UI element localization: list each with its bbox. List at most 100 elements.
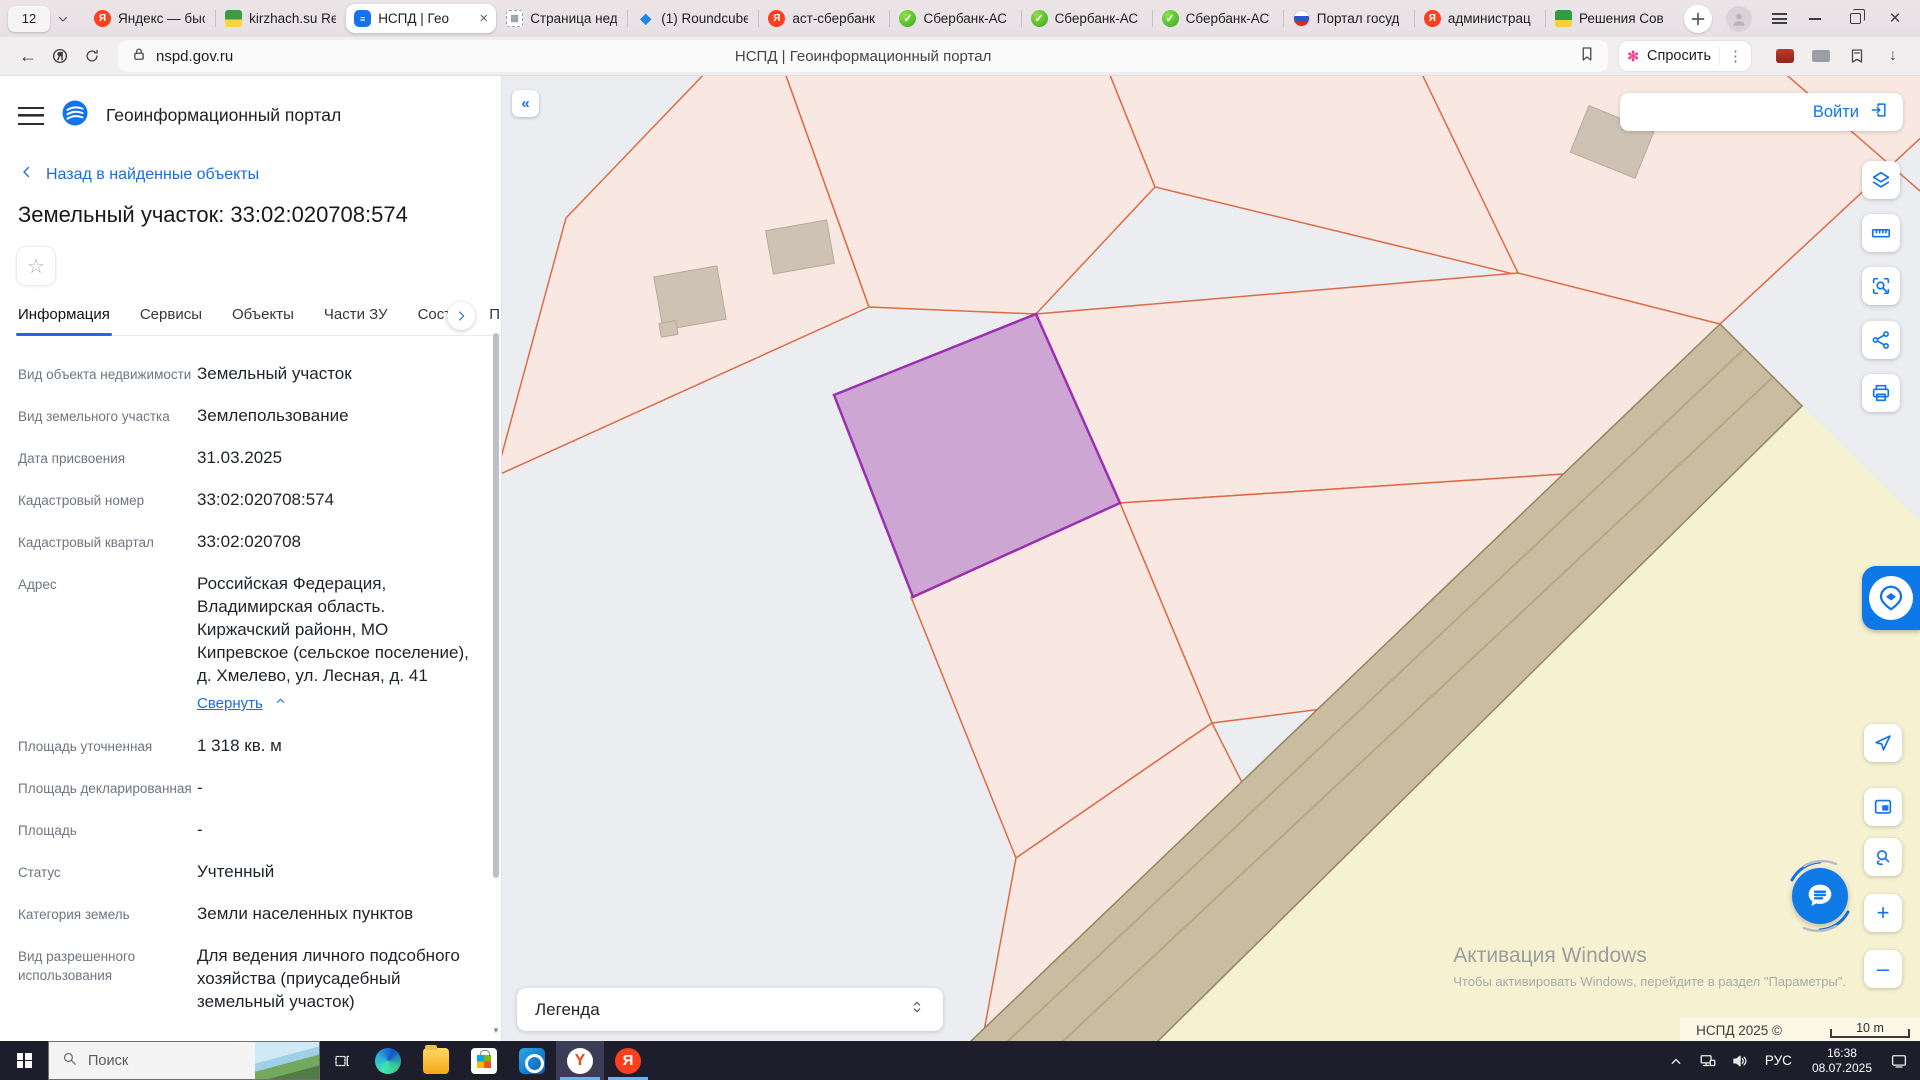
- parcel-fields: Вид объекта недвижимостиЗемельный участо…: [0, 336, 501, 1013]
- chevron-down-icon[interactable]: [52, 8, 74, 30]
- favorite-button[interactable]: ☆: [16, 246, 56, 286]
- reload-button[interactable]: [76, 40, 108, 72]
- ask-ai-button[interactable]: ✻ Спросить ⋮: [1618, 40, 1752, 72]
- field-value: Российская Федерация, Владимирская облас…: [197, 572, 501, 715]
- field-value: Учтенный: [197, 860, 501, 883]
- collections-icon[interactable]: [1842, 41, 1872, 71]
- back-to-results-link[interactable]: Назад в найденные объекты: [18, 163, 501, 186]
- panel-tab-объекты[interactable]: Объекты: [232, 306, 294, 323]
- url-field[interactable]: nspd.gov.ru НСПД | Геоинформационный пор…: [118, 40, 1608, 72]
- taskbar-app-outlook[interactable]: [508, 1041, 556, 1080]
- taskbar-clock[interactable]: 16:38 08.07.2025: [1802, 1046, 1882, 1076]
- browser-tab[interactable]: ✓Сбербанк-АС: [889, 0, 1020, 37]
- taskbar-app-ybrowser[interactable]: Y: [556, 1041, 604, 1080]
- extension-gray-icon[interactable]: [1806, 41, 1836, 71]
- browser-tab-active[interactable]: ≡НСПД | Гео×: [346, 4, 496, 33]
- url-text[interactable]: nspd.gov.ru: [156, 48, 233, 65]
- panel-tab-п[interactable]: П: [489, 306, 500, 323]
- locate-button[interactable]: [1864, 724, 1902, 762]
- login-button[interactable]: Войти: [1620, 93, 1903, 131]
- more-options-icon[interactable]: ⋮: [1719, 47, 1743, 65]
- browser-tab[interactable]: ✓Сбербанк-АС: [1152, 0, 1283, 37]
- browser-tab[interactable]: Портал госуд: [1283, 0, 1414, 37]
- tab-label: Сбербанк-АС: [1055, 11, 1139, 26]
- overview-button[interactable]: [1864, 788, 1902, 826]
- start-button[interactable]: [0, 1041, 48, 1080]
- task-view-button[interactable]: [320, 1041, 364, 1080]
- cadastral-map[interactable]: [502, 76, 1920, 1041]
- panel-tab-информация[interactable]: Информация: [18, 306, 110, 323]
- back-button[interactable]: ←: [12, 40, 44, 72]
- store-icon: [471, 1048, 497, 1074]
- field-value: Земельный участок: [197, 362, 501, 385]
- volume-icon[interactable]: [1725, 1041, 1755, 1080]
- search-placeholder: Поиск: [88, 1053, 245, 1069]
- browser-tab[interactable]: ✓Сбербанк-АС: [1021, 0, 1152, 37]
- panel-menu-icon[interactable]: [18, 107, 44, 125]
- scale-bar: 10 m: [1830, 1021, 1910, 1038]
- taskbar-search-box[interactable]: Поиск: [48, 1041, 320, 1080]
- collapse-address-link[interactable]: Свернуть: [197, 692, 288, 715]
- taskbar-app-edge[interactable]: [364, 1041, 412, 1080]
- bookmark-icon[interactable]: [1578, 45, 1596, 68]
- browser-tab[interactable]: kirzhach.su Re: [215, 0, 346, 37]
- browser-tab[interactable]: ◆(1) Roundcube: [627, 0, 758, 37]
- scrollbar-thumb[interactable]: [493, 333, 499, 878]
- panel-tab-части-зу[interactable]: Части ЗУ: [324, 306, 388, 323]
- legend-bar[interactable]: Легенда: [517, 988, 943, 1031]
- hidden-icons-button[interactable]: [1661, 1041, 1691, 1080]
- scrollbar-down-icon[interactable]: ▼: [492, 1026, 500, 1035]
- downloads-icon[interactable]: ↓: [1878, 41, 1908, 71]
- close-icon: ×: [1889, 9, 1900, 28]
- browser-tab[interactable]: ЯЯндекс — быс: [84, 0, 215, 37]
- tabs-next-button[interactable]: [447, 302, 475, 330]
- field-row: Категория земельЗемли населенных пунктов: [0, 902, 501, 925]
- minimize-button[interactable]: [1798, 4, 1832, 34]
- tab-counter[interactable]: 12: [8, 6, 74, 32]
- yandex-search-button[interactable]: [44, 40, 76, 72]
- tab-close-icon[interactable]: ×: [479, 10, 488, 27]
- minimize-icon: [1809, 18, 1821, 20]
- sputnik-assistant-tab[interactable]: [1862, 566, 1920, 630]
- extension-red-icon[interactable]: [1770, 41, 1800, 71]
- chevron-up-icon: [273, 692, 288, 715]
- browser-tab[interactable]: Яаст-сбербанк: [758, 0, 889, 37]
- collapse-panel-button[interactable]: «: [512, 90, 539, 117]
- map-search-button[interactable]: [1864, 838, 1902, 876]
- chat-widget-button[interactable]: [1778, 854, 1862, 938]
- print-button[interactable]: [1862, 374, 1900, 412]
- field-label: Кадастровый номер: [0, 488, 197, 511]
- map-canvas[interactable]: « Войти + – Легенда: [502, 76, 1920, 1041]
- browser-menu-button[interactable]: [1764, 4, 1794, 34]
- windows-logo-icon: [17, 1053, 32, 1068]
- close-button[interactable]: ×: [1878, 4, 1912, 34]
- language-indicator[interactable]: РУС: [1757, 1053, 1800, 1068]
- tab-counter-value[interactable]: 12: [8, 6, 50, 32]
- layers-button[interactable]: [1862, 161, 1900, 199]
- blue-diamond-favicon: ◆: [637, 10, 654, 27]
- zoom-in-button[interactable]: +: [1864, 894, 1902, 932]
- taskbar-app-explorer[interactable]: [412, 1041, 460, 1080]
- network-icon[interactable]: [1693, 1041, 1723, 1080]
- edge-icon: [375, 1048, 401, 1074]
- zoom-out-button[interactable]: –: [1864, 950, 1902, 988]
- legend-toggle-icon[interactable]: [909, 999, 925, 1020]
- profile-avatar[interactable]: [1726, 6, 1752, 32]
- taskbar-apps: YЯ: [364, 1041, 652, 1080]
- field-value: 1 318 кв. м: [197, 734, 501, 757]
- action-center-icon[interactable]: [1884, 1041, 1914, 1080]
- browser-tab[interactable]: ▦Страница нед: [496, 0, 627, 37]
- yandex-red-favicon: Я: [94, 10, 111, 27]
- browser-tab[interactable]: Яадминистрац: [1414, 0, 1545, 37]
- taskbar-app-yandex[interactable]: Я: [604, 1041, 652, 1080]
- ruler-button[interactable]: [1862, 214, 1900, 252]
- search-daily-image[interactable]: [255, 1042, 319, 1079]
- browser-tab[interactable]: Решения Сов: [1545, 0, 1676, 37]
- share-button[interactable]: [1862, 321, 1900, 359]
- new-tab-button[interactable]: [1684, 5, 1712, 33]
- panel-tab-сервисы[interactable]: Сервисы: [140, 306, 202, 323]
- restore-button[interactable]: [1838, 4, 1872, 34]
- panel-scrollbar[interactable]: ▼: [492, 331, 500, 1041]
- area-search-button[interactable]: [1862, 267, 1900, 305]
- taskbar-app-store[interactable]: [460, 1041, 508, 1080]
